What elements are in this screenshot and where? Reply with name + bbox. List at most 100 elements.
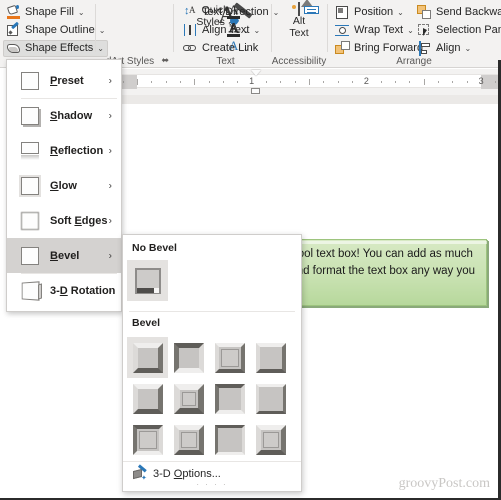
3d-options-icon: ✦: [132, 464, 147, 482]
ruler-tick-label: 1: [249, 76, 255, 86]
3d-options-label: 3-D Options...: [153, 468, 221, 480]
shape-outline-button[interactable]: Shape Outline ⌄: [4, 21, 108, 39]
rotation-thumb-icon: [21, 280, 42, 301]
ruler-tick: [323, 81, 325, 83]
bevel-thumb-icon: [132, 424, 163, 455]
menu-item-shadow[interactable]: Shadow ›: [7, 98, 121, 133]
bevel-option-bevel-divot[interactable]: [127, 419, 168, 460]
ruler-tick: [409, 81, 411, 83]
left-indent-marker[interactable]: [251, 88, 260, 94]
bevel-inner-ring: [220, 348, 239, 367]
text-direction-icon: ↕ A: [184, 5, 196, 17]
bevel-option-bevel-relaxed-inset[interactable]: [168, 337, 209, 378]
wrap-text-button[interactable]: Wrap Text ⌄: [333, 22, 417, 39]
bevel-thumb-icon: [173, 342, 204, 373]
bevel-option-bevel-riblet[interactable]: [168, 419, 209, 460]
shape-fill-button[interactable]: Shape Fill ⌄: [4, 4, 88, 21]
bevel-thumb-icon: [21, 246, 39, 265]
glow-thumb-icon: [21, 176, 39, 195]
ribbon-group-wordart-styles: A Quick Styles⌄ A ⌄ A ⌄: [95, 0, 253, 68]
reflection-thumb-icon: [21, 141, 39, 160]
bevel-gallery-panel[interactable]: No Bevel Bevel ✦ 3-D Options... · · · ·: [122, 234, 302, 492]
ruler-tick: [122, 81, 124, 83]
chevron-right-icon: ›: [108, 250, 112, 261]
bevel-option-bevel-circle[interactable]: [127, 337, 168, 378]
bevel-grid[interactable]: [123, 333, 301, 460]
soft-edges-thumb-icon: [21, 211, 39, 230]
selection-pane-button[interactable]: Selection Pane: [415, 22, 501, 39]
first-line-indent-marker[interactable]: [251, 70, 261, 76]
ruler-tick: [266, 81, 268, 83]
text-group-label: Text: [216, 56, 235, 67]
bevel-option-bevel-cool-slant[interactable]: [250, 337, 291, 378]
ruler-tick: [208, 81, 210, 83]
shape-effects-button[interactable]: Shape Effects ⌄: [3, 40, 108, 57]
bevel-option-bevel-convex[interactable]: [209, 378, 250, 419]
shape-effects-label: Shape Effects: [25, 42, 94, 54]
menu-item-preset[interactable]: Preset ›: [7, 63, 121, 98]
position-button[interactable]: Position ⌄: [333, 4, 407, 21]
menu-item-label: Glow: [50, 179, 77, 192]
menu-separator: [21, 273, 117, 274]
ruler-tick: [223, 81, 225, 83]
bevel-inner-ring: [181, 391, 196, 406]
ruler-tick: [237, 81, 239, 83]
bevel-option-bevel-cross[interactable]: [209, 337, 250, 378]
align-text-icon: [183, 23, 198, 38]
menu-item-reflection[interactable]: Reflection ›: [7, 133, 121, 168]
menu-item-glow[interactable]: Glow ›: [7, 168, 121, 203]
chevron-right-icon: ›: [108, 145, 112, 156]
horizontal-ruler[interactable]: 1 2 3: [115, 74, 501, 89]
menu-item-label: Soft Edges: [50, 214, 108, 227]
bevel-inner-ring: [180, 431, 197, 448]
alt-text-line2: Text: [289, 27, 309, 39]
text-direction-label: Text Direction: [202, 6, 269, 18]
chevron-down-icon[interactable]: ⌄: [464, 44, 471, 53]
create-link-button[interactable]: Create Link: [181, 40, 261, 57]
chevron-down-icon[interactable]: ⌄: [254, 26, 261, 35]
word-window: Shape Fill ⌄ Shape Outline ⌄ Shape Effec…: [0, 0, 501, 500]
chevron-right-icon: ›: [108, 285, 112, 296]
bevel-option-bevel-slope[interactable]: [250, 378, 291, 419]
ruler-tick: [294, 81, 296, 83]
align-text-button[interactable]: Align Text ⌄: [181, 22, 263, 39]
alt-text-line1: Alt: [292, 15, 306, 27]
menu-separator: [21, 98, 117, 99]
bevel-option-bevel-art-deco[interactable]: [250, 419, 291, 460]
ruler-tick: [337, 81, 339, 83]
menu-item-bevel[interactable]: Bevel ›: [7, 238, 121, 273]
bevel-thumb-icon: [214, 424, 245, 455]
no-bevel-row: [123, 258, 301, 307]
shape-effects-icon: [6, 41, 21, 56]
ruler-tick-label: 2: [363, 76, 369, 86]
chevron-down-icon[interactable]: ⌄: [78, 8, 85, 17]
ruler-tick: [165, 81, 167, 83]
alt-text-button[interactable]: Alt Text: [279, 0, 319, 56]
chevron-right-icon: ›: [108, 180, 112, 191]
bevel-thumb-icon: [214, 342, 245, 373]
text-direction-button[interactable]: ↕ A Text Direction ⌄: [181, 4, 282, 21]
align-text-label: Align Text: [202, 24, 250, 36]
chevron-right-icon: ›: [108, 110, 112, 121]
send-backward-button[interactable]: Send Backward ⌄: [415, 4, 501, 21]
chevron-down-icon[interactable]: ⌄: [397, 8, 404, 17]
document-top-gap: [115, 95, 501, 104]
menu-item-soft-edges[interactable]: Soft Edges ›: [7, 203, 121, 238]
bevel-thumb-icon: [173, 383, 204, 414]
ruler-tick: [352, 81, 354, 83]
no-bevel-option[interactable]: [127, 260, 168, 301]
bevel-option-bevel-hard-edge[interactable]: [209, 419, 250, 460]
chevron-down-icon[interactable]: ⌄: [407, 26, 414, 35]
ribbon-group-arrange: Position ⌄ Wrap Text ⌄ Bring Forward ⌄ S…: [327, 0, 501, 68]
shape-effects-menu[interactable]: Preset › Shadow › Reflection › Glow › Soft Edges…: [6, 59, 122, 312]
menu-item-3-d-rotation[interactable]: 3-D Rotation ›: [7, 273, 121, 308]
bevel-option-bevel-angle[interactable]: [127, 378, 168, 419]
resize-grip[interactable]: · · · ·: [196, 480, 227, 489]
align-objects-icon: [417, 41, 432, 56]
bevel-option-bevel-soft-round[interactable]: [168, 378, 209, 419]
bevel-thumb-icon: [132, 383, 163, 414]
ruler-tick: [495, 81, 497, 83]
menu-item-label: 3-D Rotation: [50, 284, 116, 297]
alt-text-picture-icon: [292, 0, 319, 16]
align-objects-button[interactable]: Align ⌄: [415, 40, 474, 57]
